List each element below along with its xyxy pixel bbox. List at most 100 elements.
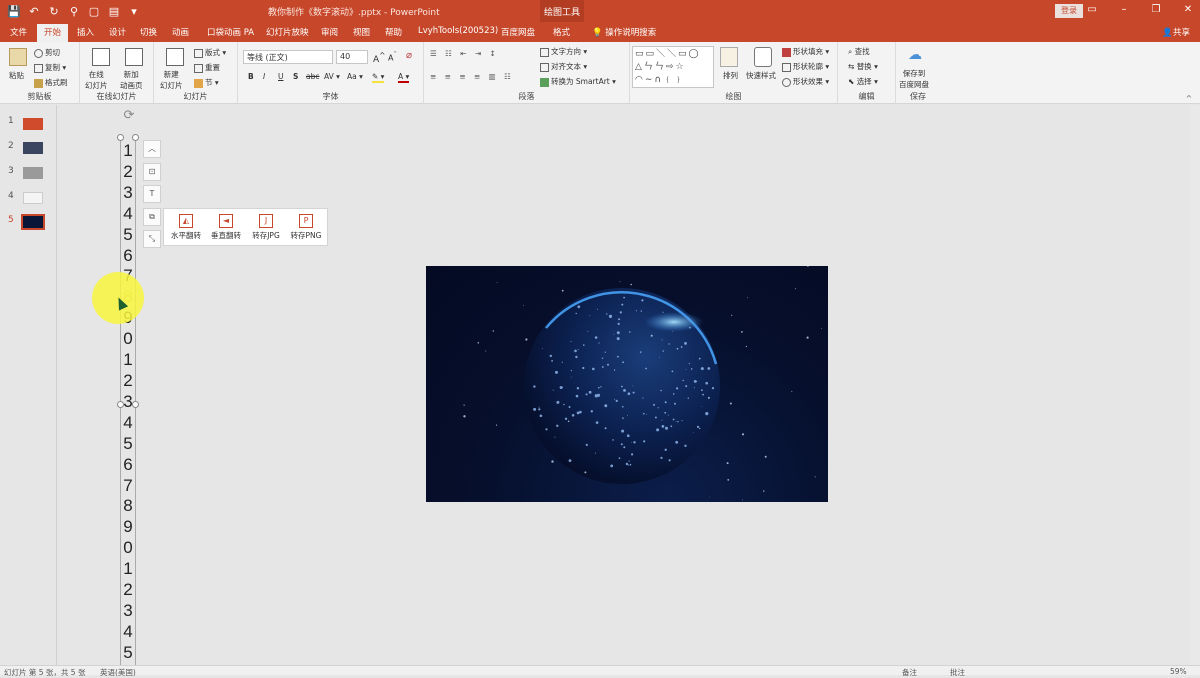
- duplicate-icon[interactable]: ⧉: [143, 207, 161, 226]
- tab-format[interactable]: 格式: [553, 26, 570, 38]
- resize-handle[interactable]: [132, 134, 139, 141]
- select-button[interactable]: ⬉ 选择 ▾: [848, 76, 878, 87]
- online-slides-icon[interactable]: [92, 48, 110, 66]
- clear-format-icon[interactable]: ⌀: [406, 50, 412, 61]
- shadow-button[interactable]: S: [293, 72, 298, 81]
- save-png-button[interactable]: P 转存PNG: [286, 214, 326, 241]
- share-button[interactable]: 👤共享: [1162, 26, 1190, 38]
- arrange-button[interactable]: 排列: [723, 70, 738, 81]
- font-color-button[interactable]: A ▾: [398, 72, 410, 83]
- smartart-button[interactable]: 转换为 SmartArt ▾: [540, 76, 616, 87]
- tab-help[interactable]: 帮助: [385, 26, 402, 38]
- save-to-netdisk-button[interactable]: 保存到 百度网盘: [899, 68, 929, 90]
- save-icon[interactable]: 💾: [6, 3, 22, 19]
- align-text-label: 对齐文本: [551, 62, 581, 71]
- resize-handle[interactable]: [117, 134, 124, 141]
- open-icon[interactable]: ▤: [106, 3, 122, 19]
- new-icon[interactable]: ▢: [86, 3, 102, 19]
- underline-button[interactable]: U: [278, 72, 284, 81]
- notes-button[interactable]: 备注: [902, 667, 917, 678]
- tab-lvyhtools[interactable]: LvyhTools(200523): [418, 26, 498, 36]
- char-spacing-button[interactable]: AV ▾: [324, 72, 340, 81]
- slide-thumbnail-3[interactable]: [23, 167, 43, 179]
- tab-tell-me[interactable]: 💡 操作说明搜索: [592, 26, 656, 38]
- resize-handle[interactable]: [117, 401, 124, 408]
- redo-icon[interactable]: ↻: [46, 3, 62, 19]
- text-box-icon[interactable]: T: [143, 185, 161, 203]
- flip-horizontal-button[interactable]: ◭ 水平翻转: [166, 214, 206, 241]
- earth-background-image[interactable]: [426, 266, 828, 502]
- login-button[interactable]: 登录: [1055, 4, 1083, 18]
- italic-button[interactable]: I: [263, 72, 265, 81]
- quick-styles-button[interactable]: 快速样式: [746, 70, 776, 81]
- close-icon[interactable]: ✕: [1182, 2, 1194, 18]
- bold-button[interactable]: B: [248, 72, 254, 81]
- tab-review[interactable]: 审阅: [321, 26, 338, 38]
- tab-home[interactable]: 开始: [37, 24, 69, 42]
- paste-button[interactable]: 粘贴: [9, 70, 24, 81]
- slide-thumbnail-5[interactable]: [21, 214, 45, 230]
- tab-transitions[interactable]: 切换: [140, 26, 157, 38]
- tab-slideshow[interactable]: 幻灯片放映: [266, 26, 309, 38]
- align-text-button[interactable]: 对齐文本 ▾: [540, 61, 587, 72]
- font-grow-button[interactable]: A^: [373, 51, 385, 65]
- language-indicator[interactable]: 英语(美国): [100, 667, 136, 678]
- collapse-ribbon-icon[interactable]: ^: [1186, 94, 1192, 103]
- save-jpg-button[interactable]: J 转存JPG: [246, 214, 286, 241]
- font-family-select[interactable]: 等线 (正文): [243, 50, 333, 64]
- baidu-netdisk-icon[interactable]: ☁: [908, 47, 922, 63]
- change-case-button[interactable]: Aa ▾: [347, 72, 363, 81]
- paste-icon[interactable]: [9, 48, 27, 66]
- cut-button[interactable]: 剪切: [34, 47, 60, 58]
- flip-vertical-button[interactable]: ◄ 垂直翻转: [206, 214, 246, 241]
- tab-insert[interactable]: 插入: [77, 26, 94, 38]
- font-size-select[interactable]: 40: [336, 50, 368, 64]
- arrange-icon[interactable]: [720, 47, 738, 67]
- strikethrough-button[interactable]: abc: [306, 72, 319, 81]
- expand-icon[interactable]: ⤡: [143, 230, 161, 248]
- slide-thumbnail-2[interactable]: [23, 142, 43, 154]
- align-icon[interactable]: ⊡: [143, 162, 161, 181]
- vertical-scrollbar[interactable]: [1190, 105, 1200, 665]
- layout-button[interactable]: 版式 ▾: [194, 47, 226, 58]
- reset-button[interactable]: 重置: [194, 62, 220, 73]
- highlight-color-button[interactable]: ✎ ▾: [372, 72, 385, 83]
- shape-outline-button[interactable]: 形状轮廓 ▾: [782, 61, 829, 72]
- tab-view[interactable]: 视图: [353, 26, 370, 38]
- new-animation-page-icon[interactable]: [125, 48, 143, 66]
- slide-thumbnail-4[interactable]: [23, 192, 43, 204]
- comments-button[interactable]: 批注: [950, 667, 965, 678]
- new-slide-icon[interactable]: [166, 48, 184, 66]
- find-button[interactable]: ⌕ 查找: [848, 46, 870, 57]
- tab-design[interactable]: 设计: [109, 26, 126, 38]
- shape-fill-button[interactable]: 形状填充 ▾: [782, 46, 829, 57]
- tab-animations[interactable]: 动画: [172, 26, 189, 38]
- list-buttons[interactable]: ☰ ☷ ⇤ ⇥ ↕: [430, 49, 499, 58]
- more-icon[interactable]: ▾: [126, 3, 142, 19]
- layout-options-icon[interactable]: ︿: [143, 140, 161, 158]
- format-painter-icon[interactable]: ⚲: [66, 3, 82, 19]
- shapes-gallery[interactable]: ▭▭＼＼▭◯ △ㄣㄣ⇨☆ ◠∼∩﹛﹜: [632, 46, 714, 88]
- rotate-handle-icon[interactable]: ⟳: [122, 109, 136, 123]
- copy-button[interactable]: 复制 ▾: [34, 62, 66, 73]
- tab-pocket-animation[interactable]: 口袋动画 PA: [207, 26, 254, 38]
- shape-effects-button[interactable]: 形状效果 ▾: [782, 76, 829, 87]
- resize-handle[interactable]: [132, 401, 139, 408]
- tab-baidu-netdisk[interactable]: 百度网盘: [501, 26, 535, 38]
- restore-icon[interactable]: ❐: [1150, 2, 1162, 18]
- format-painter-button[interactable]: 格式刷: [34, 77, 68, 88]
- replace-button[interactable]: ⇆ 替换 ▾: [848, 61, 878, 72]
- quick-styles-icon[interactable]: [754, 47, 772, 67]
- new-slide-button[interactable]: 新建 幻灯片: [160, 69, 183, 91]
- text-direction-button[interactable]: 文字方向 ▾: [540, 46, 587, 57]
- slide-thumbnail-1[interactable]: [23, 118, 43, 130]
- minimize-icon[interactable]: –: [1118, 2, 1130, 18]
- undo-icon[interactable]: ↶: [26, 3, 42, 19]
- online-slides-button[interactable]: 在线 幻灯片: [85, 69, 108, 91]
- section-button[interactable]: 节 ▾: [194, 77, 219, 88]
- alignment-buttons[interactable]: ≡ ≡ ≡ ≡ ▥ ☷: [430, 72, 514, 81]
- new-animation-page-button[interactable]: 新加 动画页: [120, 69, 143, 91]
- tab-file[interactable]: 文件: [10, 26, 27, 38]
- ribbon-display-icon[interactable]: ▭: [1086, 2, 1098, 18]
- font-shrink-button[interactable]: Aˇ: [388, 51, 397, 63]
